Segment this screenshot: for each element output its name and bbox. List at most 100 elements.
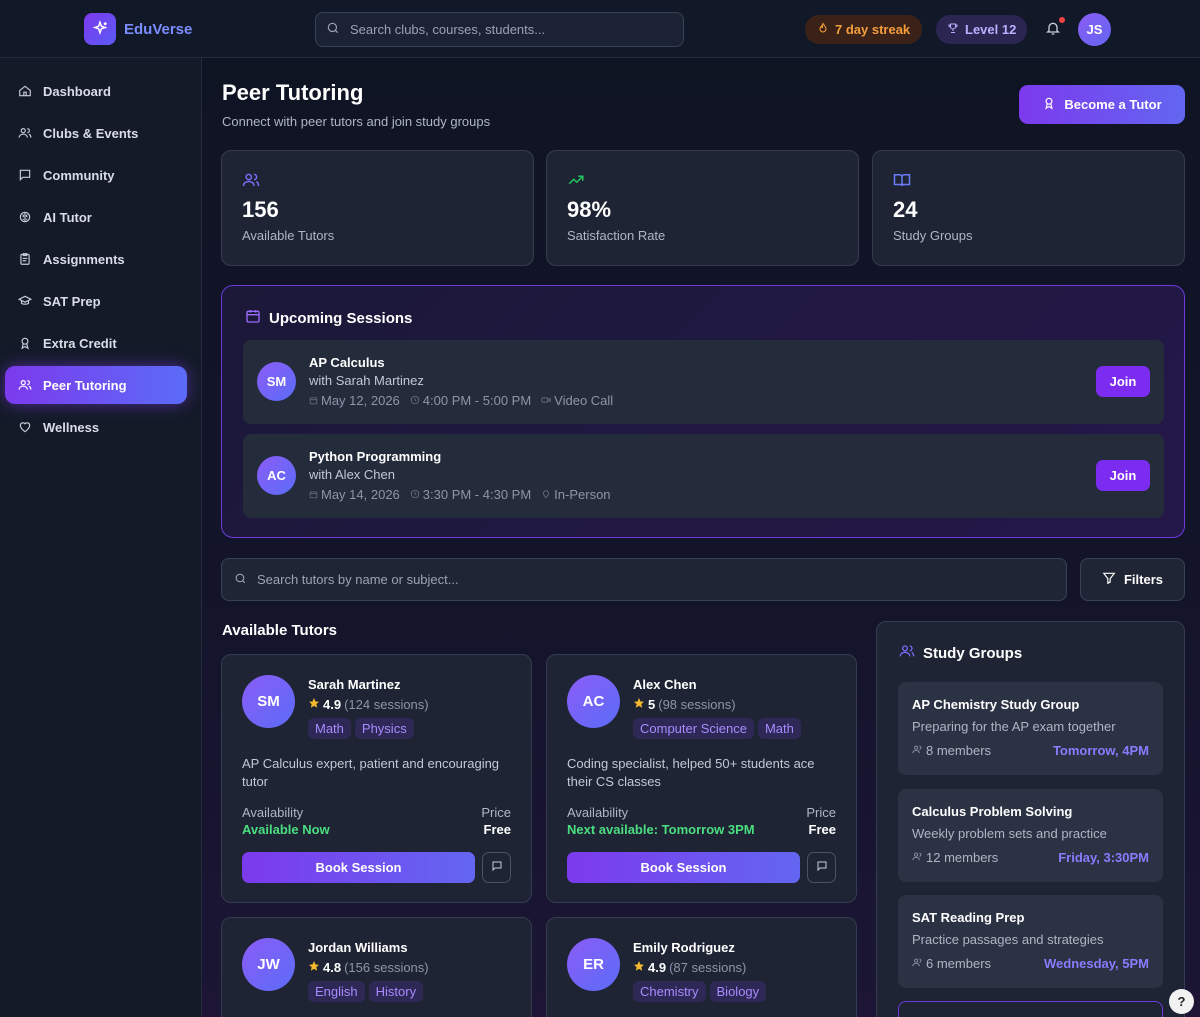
sparkles-icon [84, 13, 116, 45]
sidebar-item-dashboard[interactable]: Dashboard [5, 72, 187, 110]
tutor-rating: 4.9 (87 sessions) [633, 960, 746, 975]
page-title: Peer Tutoring [222, 80, 364, 105]
member-count: 6 members [926, 956, 992, 971]
users-icon [912, 956, 923, 971]
sidebar-item-label: Community [43, 167, 115, 183]
session-mode: Video Call [554, 393, 614, 408]
group-time: Wednesday, 5PM [1044, 956, 1149, 971]
upcoming-title: Upcoming Sessions [269, 309, 413, 327]
search-icon [326, 21, 340, 38]
users-icon [912, 743, 923, 758]
message-button[interactable] [807, 852, 836, 883]
price-value: Free [808, 822, 836, 837]
session-count: (87 sessions) [669, 960, 747, 975]
tutor-card[interactable]: ER Emily Rodriguez 4.9 (87 sessions) Che… [546, 917, 857, 1017]
help-button[interactable]: ? [1169, 989, 1194, 1014]
create-study-group-button[interactable] [898, 1001, 1163, 1017]
stat-value: 24 [893, 197, 918, 222]
calendar-icon [309, 487, 318, 502]
join-session-button[interactable]: Join [1096, 366, 1150, 397]
calendar-icon [309, 393, 318, 408]
user-avatar[interactable]: JS [1078, 13, 1111, 46]
subject-tag: Physics [354, 718, 414, 739]
session-tutor: with Sarah Martinez [309, 373, 424, 388]
video-icon [541, 393, 551, 408]
sidebar-item-label: Wellness [43, 419, 100, 435]
become-tutor-button[interactable]: Become a Tutor [1019, 85, 1185, 124]
level-badge[interactable]: Level 12 [936, 15, 1028, 44]
sidebar-item-peer-tutoring[interactable]: Peer Tutoring [5, 366, 187, 404]
filters-button[interactable]: Filters [1080, 558, 1185, 601]
study-group-card[interactable]: AP Chemistry Study Group Preparing for t… [898, 682, 1163, 775]
book-session-button[interactable]: Book Session [242, 852, 475, 883]
tutor-search-placeholder: Search tutors by name or subject... [257, 572, 459, 587]
sidebar-item-label: Assignments [43, 251, 125, 267]
filters-label: Filters [1123, 572, 1163, 587]
book-session-button[interactable]: Book Session [567, 852, 800, 883]
availability-label: Availability [567, 805, 629, 820]
session-meta: May 12, 2026 4:00 PM - 5:00 PM Video Cal… [309, 393, 613, 408]
sidebar-item-ai-tutor[interactable]: AI Tutor [5, 198, 187, 236]
tutor-search-input[interactable]: Search tutors by name or subject... [221, 558, 1067, 601]
rating-score: 5 [648, 697, 656, 712]
stat-card-study-groups: 24 Study Groups [872, 150, 1185, 266]
clock-icon [410, 487, 420, 502]
available-tutors-heading: Available Tutors [222, 622, 338, 639]
session-tutor: with Alex Chen [309, 467, 395, 482]
member-count: 12 members [926, 850, 999, 865]
price-label: Price [481, 805, 511, 820]
streak-badge[interactable]: 7 day streak [805, 15, 923, 44]
study-group-card[interactable]: Calculus Problem Solving Weekly problem … [898, 789, 1163, 882]
stat-card-satisfaction: 98% Satisfaction Rate [546, 150, 859, 266]
users-icon [17, 377, 33, 393]
group-time: Friday, 3:30PM [1058, 850, 1149, 865]
stat-value: 98% [567, 197, 612, 222]
sidebar-item-community[interactable]: Community [5, 156, 187, 194]
availability-value: Available Now [242, 822, 330, 837]
app-logo[interactable]: EduVerse [84, 13, 192, 45]
tutor-description: Coding specialist, helped 50+ students a… [567, 756, 815, 789]
sidebar-item-wellness[interactable]: Wellness [5, 408, 187, 446]
sidebar-item-clubs-events[interactable]: Clubs & Events [5, 114, 187, 152]
join-session-button[interactable]: Join [1096, 460, 1150, 491]
notification-dot [1059, 17, 1065, 23]
book-open-icon [893, 171, 911, 194]
message-button[interactable] [482, 852, 511, 883]
heart-icon [17, 419, 33, 435]
study-group-card[interactable]: SAT Reading Prep Practice passages and s… [898, 895, 1163, 988]
star-icon [308, 697, 320, 712]
home-icon [17, 83, 33, 99]
group-members: 6 members [912, 956, 991, 971]
sidebar-item-assignments[interactable]: Assignments [5, 240, 187, 278]
subject-tags: Math Physics [308, 718, 414, 739]
search-icon [234, 572, 247, 588]
tutor-name: Emily Rodriguez [633, 940, 735, 955]
sidebar-item-label: SAT Prep [43, 293, 101, 309]
subject-tag: Biology [709, 981, 767, 1002]
tutor-description: AP Calculus expert, patient and encourag… [242, 756, 500, 789]
availability-label: Availability [242, 805, 304, 820]
tutor-card[interactable]: AC Alex Chen 5 (98 sessions) Computer Sc… [546, 654, 857, 903]
bell-icon[interactable] [1045, 20, 1061, 41]
session-row: AC Python Programming with Alex Chen May… [243, 434, 1164, 518]
avatar: AC [257, 456, 296, 495]
sidebar-item-extra-credit[interactable]: Extra Credit [5, 324, 187, 362]
stat-label: Study Groups [893, 228, 973, 243]
session-title: Python Programming [309, 449, 442, 464]
tutor-name: Jordan Williams [308, 940, 408, 955]
global-search-input[interactable]: Search clubs, courses, students... [315, 12, 684, 47]
sidebar-item-label: Extra Credit [43, 335, 117, 351]
stat-value: 156 [242, 197, 279, 222]
brain-icon [17, 209, 33, 225]
tutor-card[interactable]: SM Sarah Martinez 4.9 (124 sessions) Mat… [221, 654, 532, 903]
group-name: SAT Reading Prep [912, 910, 1025, 925]
session-meta: May 14, 2026 3:30 PM - 4:30 PM In-Person [309, 487, 611, 502]
tutor-card[interactable]: JW Jordan Williams 4.8 (156 sessions) En… [221, 917, 532, 1017]
sidebar-item-label: AI Tutor [43, 209, 92, 225]
session-time: 4:00 PM - 5:00 PM [422, 393, 532, 408]
clock-icon [410, 393, 420, 408]
become-tutor-label: Become a Tutor [1064, 97, 1162, 112]
trending-up-icon [567, 171, 585, 194]
sidebar-item-sat-prep[interactable]: SAT Prep [5, 282, 187, 320]
session-count: (124 sessions) [344, 697, 429, 712]
